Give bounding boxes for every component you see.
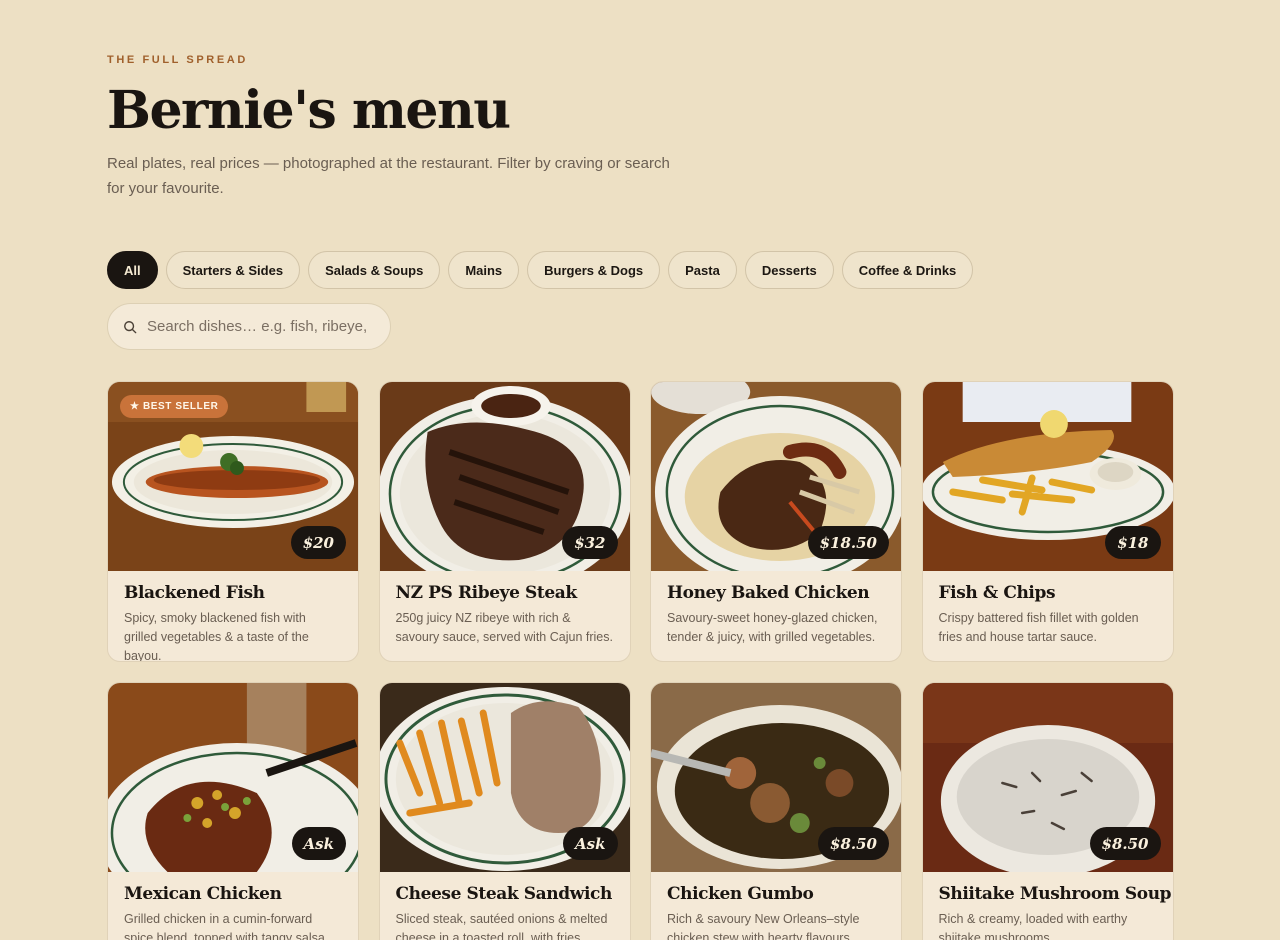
dish-name: Mexican Chicken [124, 884, 282, 904]
filter-chip-desserts[interactable]: Desserts [744, 251, 834, 289]
dish-description: Sliced steak, sautéed onions & melted ch… [395, 912, 608, 940]
filter-chip-pasta[interactable]: Pasta [668, 251, 737, 289]
price-tag: $20 [290, 526, 346, 559]
dish-description: Rich & creamy, loaded with earthy shiita… [938, 912, 1128, 940]
price-tag: $18.50 [807, 526, 889, 559]
category-filters: All Starters & Sides Salads & Soups Main… [107, 251, 974, 289]
filter-chip-coffee-drinks[interactable]: Coffee & Drinks [841, 251, 974, 289]
dish-name: Honey Baked Chicken [667, 583, 870, 603]
price-tag: Ask [291, 827, 346, 860]
dish-name: Shiitake Mushroom Soup [938, 884, 1172, 904]
dish-description: Crispy battered fish fillet with golden … [938, 611, 1139, 644]
dish-name: Cheese Steak Sandwich [395, 884, 613, 904]
dish-photo: Ask [379, 683, 630, 872]
dish-description: Rich & savoury New Orleans–style chicken… [667, 912, 860, 940]
price-tag: $32 [562, 526, 618, 559]
price-tag: $18 [1105, 526, 1161, 559]
search-box [107, 303, 391, 350]
menu-card-ribeye-steak[interactable]: $32 NZ PS Ribeye Steak 250g juicy NZ rib… [378, 381, 631, 662]
dish-photo: $32 [379, 382, 630, 571]
filter-chip-all[interactable]: All [107, 251, 158, 289]
dish-name: Chicken Gumbo [667, 884, 814, 904]
dish-description: Savoury-sweet honey-glazed chicken, tend… [667, 611, 878, 644]
menu-card-chicken-gumbo[interactable]: $8.50 Chicken Gumbo Rich & savoury New O… [650, 682, 902, 940]
filter-chip-mains[interactable]: Mains [448, 251, 520, 289]
menu-card-honey-baked-chicken[interactable]: $18.50 Honey Baked Chicken Savoury-sweet… [650, 381, 902, 662]
menu-card-blackened-fish[interactable]: ★ BEST SELLER $20 Blackened Fish Spicy, … [107, 381, 359, 662]
dish-name: NZ PS Ribeye Steak [395, 583, 578, 603]
menu-card-cheese-steak-sandwich[interactable]: Ask Cheese Steak Sandwich Sliced steak, … [378, 682, 631, 940]
menu-card-shiitake-mushroom-soup[interactable]: $8.50 Shiitake Mushroom Soup Rich & crea… [921, 682, 1174, 940]
menu-card-fish-chips[interactable]: $18 Fish & Chips Crispy battered fish fi… [921, 381, 1174, 662]
dish-name: Blackened Fish [124, 583, 265, 603]
price-tag: Ask [563, 827, 618, 860]
eyebrow-label: THE FULL SPREAD [107, 54, 248, 66]
menu-card-mexican-chicken[interactable]: Ask Mexican Chicken Grilled chicken in a… [107, 682, 359, 940]
filter-chip-salads-soups[interactable]: Salads & Soups [308, 251, 441, 289]
dish-name: Fish & Chips [938, 583, 1056, 603]
dish-photo: $18 [922, 382, 1173, 571]
price-tag: $8.50 [818, 827, 889, 860]
dish-photo: $8.50 [651, 683, 901, 872]
page-subtitle: Real plates, real prices — photographed … [107, 155, 670, 197]
dish-photo: $8.50 [922, 683, 1173, 872]
page-title: Bernie's menu [107, 80, 511, 141]
dish-photo: $18.50 [651, 382, 901, 571]
menu-grid: ★ BEST SELLER $20 Blackened Fish Spicy, … [107, 381, 1174, 940]
dish-description: 250g juicy NZ ribeye with rich & savoury… [395, 611, 613, 644]
filter-chip-starters-sides[interactable]: Starters & Sides [165, 251, 301, 289]
dish-photo: ★ BEST SELLER $20 [108, 382, 358, 571]
price-tag: $8.50 [1089, 827, 1161, 860]
dish-description: Grilled chicken in a cumin-forward spice… [124, 912, 329, 940]
search-input[interactable] [147, 318, 367, 335]
dish-photo: Ask [108, 683, 358, 872]
best-seller-badge: ★ BEST SELLER [120, 395, 229, 418]
dish-description: Spicy, smoky blackened fish with grilled… [124, 611, 309, 662]
filter-chip-burgers-dogs[interactable]: Burgers & Dogs [527, 251, 661, 289]
search-icon [124, 320, 137, 333]
